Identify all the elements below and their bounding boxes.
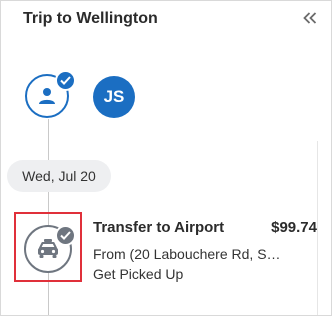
scroll-track [317, 141, 318, 315]
event-status: Get Picked Up [93, 266, 184, 282]
date-label: Wed, Jul 20 [7, 160, 111, 192]
check-icon [60, 231, 71, 240]
traveler-check-badge [55, 70, 76, 91]
event-price: $99.74 [271, 219, 317, 236]
double-chevron-left-icon [303, 12, 317, 24]
collapse-panel-button[interactable] [301, 9, 319, 27]
user-avatar[interactable]: JS [93, 76, 135, 118]
trip-title: Trip to Wellington [23, 10, 158, 27]
event-title: Transfer to Airport [93, 219, 225, 236]
check-icon [60, 76, 71, 85]
panel-header: Trip to Wellington [1, 1, 331, 39]
trip-panel: Trip to Wellington JS Wed, Jul 20 Transf… [0, 0, 332, 316]
person-icon [39, 88, 55, 104]
event-check-badge [55, 225, 76, 246]
event-from: From (20 Labouchere Rd, South Perth) [93, 246, 287, 262]
